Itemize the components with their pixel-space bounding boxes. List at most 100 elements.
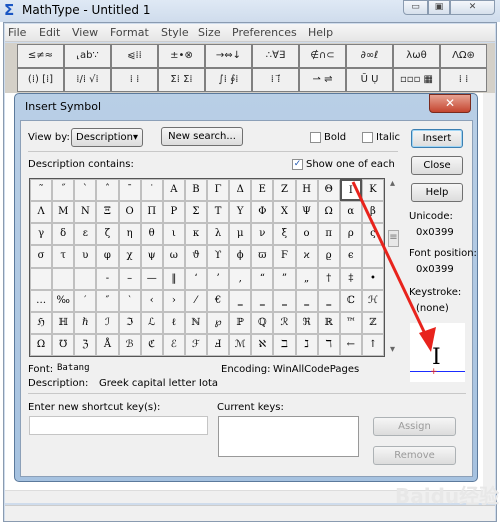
symbol-cell[interactable]: Η [295,179,318,202]
symbol-cell[interactable]: ˙ [140,179,163,202]
symbol-cell[interactable]: ℛ [273,311,296,334]
symbol-cell[interactable]: ℙ [229,311,252,334]
symbol-cell[interactable]: ℂ [339,289,362,312]
vertical-scrollbar[interactable] [483,93,495,503]
bold-checkbox[interactable] [310,132,321,143]
symbol-cell[interactable]: „ [295,267,318,290]
scroll-down-icon[interactable]: ▾ [390,344,395,355]
symbol-cell[interactable]: ℤ [361,311,384,334]
symbol-cell[interactable]: δ [52,223,75,246]
scroll-up-icon[interactable]: ▴ [390,178,395,189]
symbol-cell[interactable]: ℨ [74,333,97,356]
symbol-cell[interactable]: λ [207,223,230,246]
symbol-cell[interactable]: ℳ [229,333,252,356]
symbol-cell[interactable]: φ [96,245,119,268]
symbol-cell[interactable]: ι [162,223,185,246]
symbol-cell[interactable]: Β [184,179,207,202]
symbol-cell[interactable]: ℵ [251,333,274,356]
toolbar-palette-button[interactable]: λωθ [393,44,440,68]
dialog-close-button[interactable]: ✕ [429,94,471,113]
toolbar-palette-button[interactable]: ∉∩⊂ [299,44,346,68]
symbol-cell[interactable]: ˜ [30,179,53,202]
symbol-cell[interactable]: ψ [140,245,163,268]
symbol-cell[interactable]: € [207,289,230,312]
symbol-cell[interactable]: ℒ [140,311,163,334]
symbol-cell[interactable]: Ξ [96,201,119,224]
toolbar-palette-button[interactable]: Ū Ụ [346,68,393,92]
symbol-cell[interactable]: ℐ [96,311,119,334]
symbol-cell[interactable]: ℓ [162,311,185,334]
symbol-cell[interactable]: › [162,289,185,312]
symbol-cell[interactable]: ϖ [251,245,274,268]
symbol-cell[interactable]: ϑ [184,245,207,268]
toolbar-palette-button[interactable]: ±•⊗ [158,44,205,68]
menu-help[interactable]: Help [308,26,333,39]
symbol-cell[interactable]: Λ [30,201,53,224]
close-button[interactable]: Close [411,156,463,175]
symbol-cell[interactable]: ℏ [74,311,97,334]
symbol-cell[interactable]: ℚ [251,311,274,334]
symbol-cell[interactable]: … [30,289,53,312]
symbol-cell[interactable]: υ [74,245,97,268]
symbol-cell[interactable]: • [361,267,384,290]
symbol-cell[interactable]: ˝ [52,179,75,202]
symbol-cell[interactable]: ⁄ [184,289,207,312]
symbol-cell[interactable]: σ [30,245,53,268]
symbol-cell[interactable]: ℘ [207,311,230,334]
italic-checkbox[interactable] [362,132,373,143]
symbol-cell[interactable]: ε [74,223,97,246]
menu-style[interactable]: Style [161,26,189,39]
symbol-cell[interactable]: ℝ [317,311,340,334]
symbol-cell[interactable]: ‹ [140,289,163,312]
symbol-cell[interactable]: Ω [317,201,340,224]
shortcut-input[interactable] [29,416,208,435]
help-button[interactable]: Help [411,183,463,202]
symbol-cell[interactable]: ‗ [295,289,318,312]
symbol-cell[interactable] [52,267,75,290]
symbol-cell[interactable]: ℌ [30,311,53,334]
symbol-cell[interactable] [74,267,97,290]
symbol-cell[interactable]: Δ [229,179,252,202]
symbol-cell[interactable]: ℶ [273,333,296,356]
symbol-cell[interactable]: Ⅎ [207,333,230,356]
symbol-cell[interactable]: Α [162,179,185,202]
symbol-cell[interactable]: π [317,223,340,246]
symbol-cell[interactable]: Φ [251,201,274,224]
symbol-cell[interactable]: ℰ [162,333,185,356]
toolbar-palette-button[interactable]: Σ⁞ Σ⁞ [158,68,205,92]
symbol-cell[interactable]: ’ [207,267,230,290]
symbol-cell[interactable]: ℕ [184,311,207,334]
close-window-button[interactable]: ✕ [450,0,495,15]
menu-size[interactable]: Size [198,26,221,39]
symbol-cell[interactable]: μ [229,223,252,246]
toolbar-palette-button[interactable]: ∂∞ℓ [346,44,393,68]
symbol-cell[interactable]: ‗ [317,289,340,312]
symbol-cell[interactable]: Χ [273,201,296,224]
symbol-cell[interactable]: ℷ [295,333,318,356]
menu-file[interactable]: File [8,26,26,39]
toolbar-palette-button[interactable]: ⁞ ⁞ [440,68,487,92]
symbol-cell[interactable]: χ [118,245,141,268]
symbol-cell[interactable] [30,267,53,290]
symbol-cell[interactable]: ϰ [295,245,318,268]
symbol-cell[interactable]: ‗ [251,289,274,312]
menu-format[interactable]: Format [110,26,149,39]
symbol-cell[interactable]: ϱ [317,245,340,268]
symbol-cell[interactable]: ˉ [118,179,141,202]
toolbar-palette-button[interactable]: ∫⁞ ∮⁞ [205,68,252,92]
symbol-cell[interactable]: κ [184,223,207,246]
toolbar-palette-button[interactable]: ∴∀∃ [252,44,299,68]
view-by-dropdown[interactable]: Description ▾ [71,128,143,147]
symbol-cell[interactable]: ™ [339,311,362,334]
toolbar-palette-button[interactable]: ⩿⁞⁞ [111,44,158,68]
symbol-cell[interactable]: ℑ [118,311,141,334]
show-one-checkbox[interactable]: ✓ [292,159,303,170]
symbol-cell[interactable]: ℱ [184,333,207,356]
toolbar-palette-button[interactable]: (⁞) [⁞] [17,68,64,92]
toolbar-palette-button[interactable]: ΛΩ⊛ [440,44,487,68]
symbol-cell[interactable]: τ [52,245,75,268]
symbol-cell[interactable]: — [140,267,163,290]
symbol-cell[interactable]: ο [295,223,318,246]
symbol-cell[interactable]: ξ [273,223,296,246]
symbol-cell[interactable] [361,245,384,268]
